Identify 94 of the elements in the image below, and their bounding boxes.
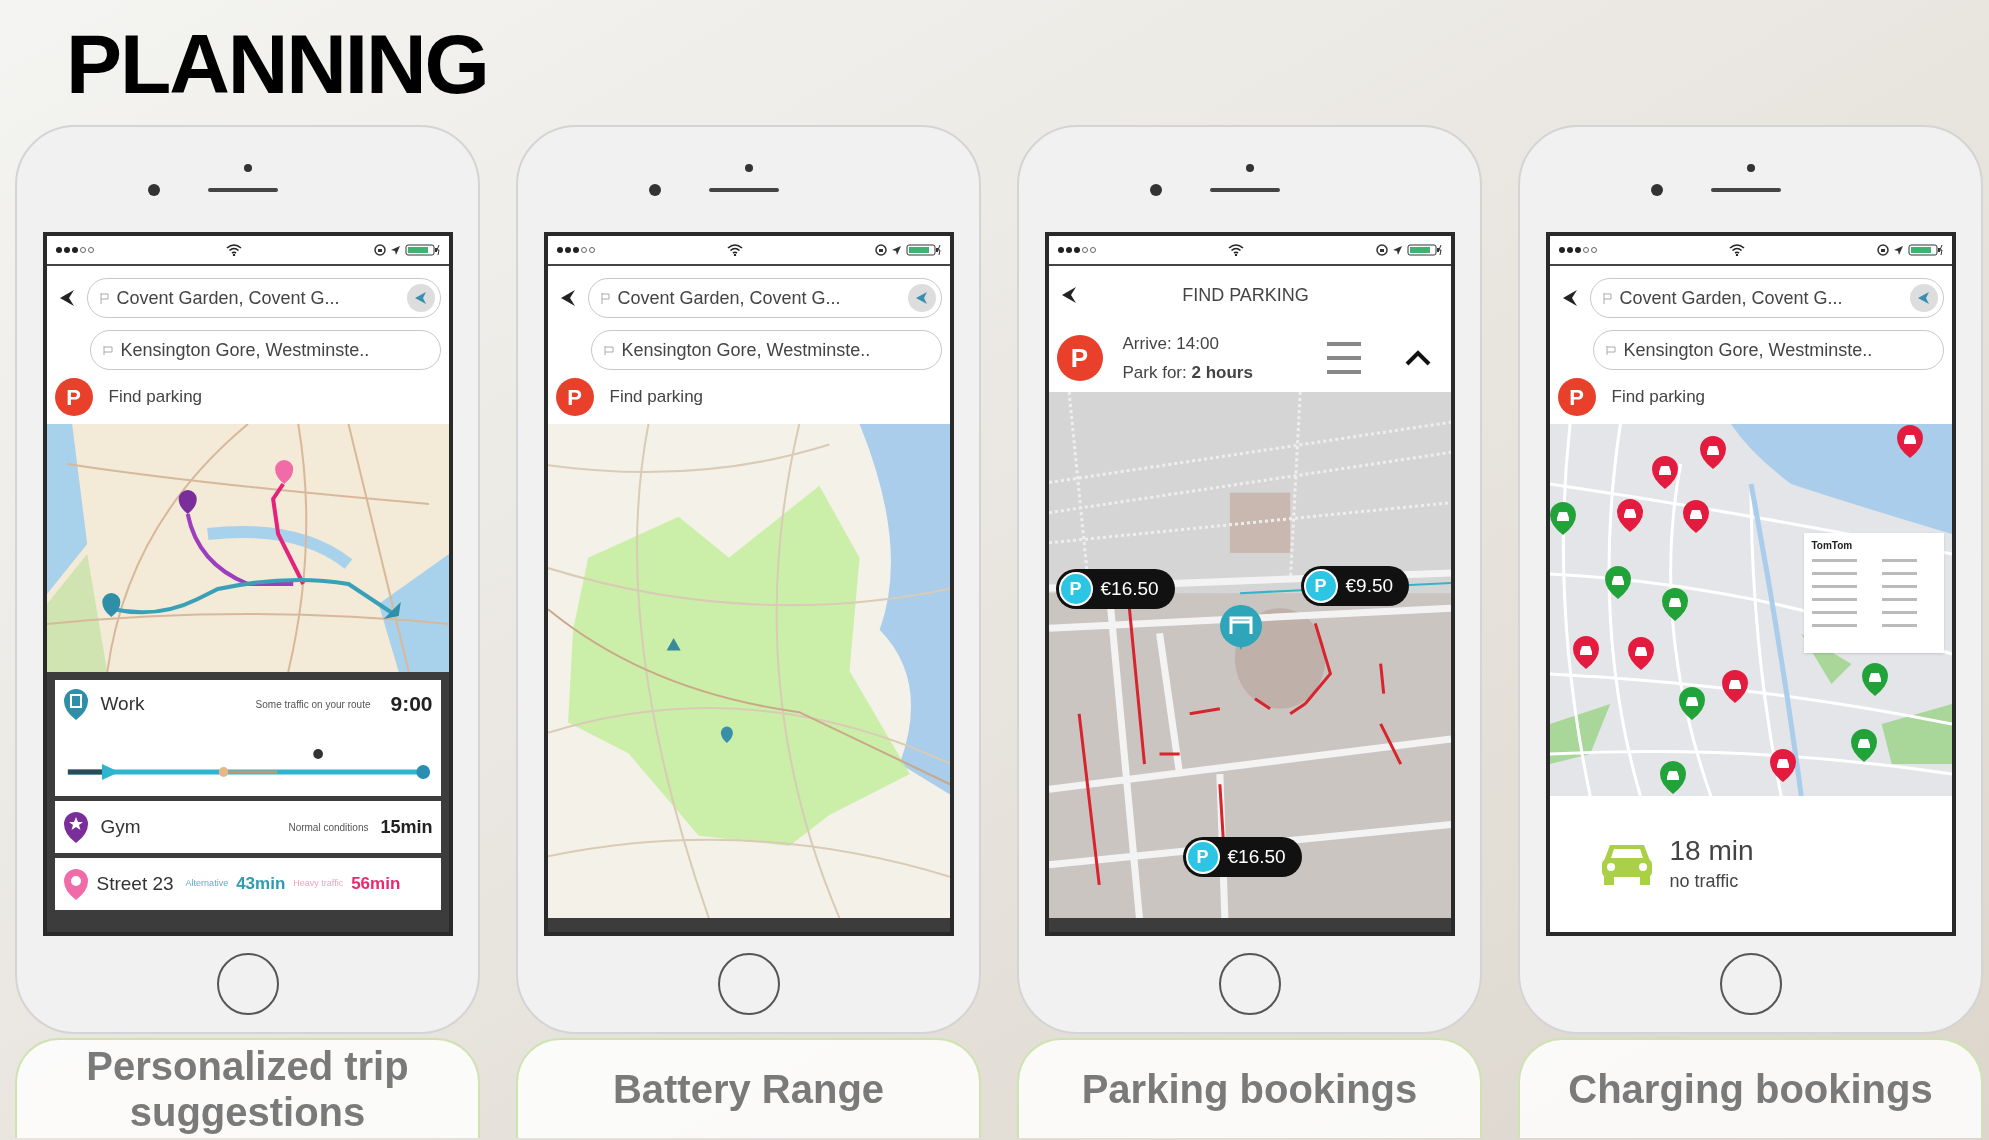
parking-badge: P xyxy=(1303,569,1338,603)
phone-speaker xyxy=(207,187,278,192)
parking-badge: P xyxy=(54,378,93,416)
feature-caption: Charging bookings xyxy=(1518,1038,1983,1138)
lock-rotation-icon xyxy=(373,244,386,256)
back-arrow-icon[interactable] xyxy=(559,289,576,307)
flag-icon xyxy=(99,292,109,304)
trip-name: Work xyxy=(100,691,145,716)
wifi-icon xyxy=(226,244,242,256)
parking-badge: P xyxy=(1058,572,1093,606)
price-tag[interactable]: P €16.50 xyxy=(1055,569,1175,609)
flag-icon xyxy=(1605,345,1616,355)
alternative-time: 43min xyxy=(236,873,286,896)
location-pin-icon xyxy=(62,868,89,900)
signal-dots-icon xyxy=(54,246,95,254)
price-text: €9.50 xyxy=(1345,573,1394,598)
find-parking-link[interactable]: Find parking xyxy=(609,384,704,410)
home-button[interactable] xyxy=(216,953,279,1015)
trip-time: 15min xyxy=(380,815,433,839)
charging-pin-icon[interactable] xyxy=(1549,501,1577,535)
back-arrow-icon[interactable] xyxy=(58,289,75,307)
parking-badge: P xyxy=(555,378,594,416)
feature-caption: Personalized trip suggestions xyxy=(15,1038,480,1138)
flag-icon xyxy=(603,345,614,355)
phone-camera xyxy=(1149,183,1162,196)
lock-rotation-icon xyxy=(1375,244,1388,256)
phone-speaker xyxy=(708,187,779,192)
park-duration: Park for: 2 hours xyxy=(1122,362,1253,384)
heavy-traffic-label: Heavy traffic xyxy=(293,877,344,891)
building-pin-icon xyxy=(62,688,89,720)
building-pin-icon xyxy=(1218,604,1263,650)
traffic-status: no traffic xyxy=(1669,870,1740,893)
home-button[interactable] xyxy=(717,953,780,1015)
trip-time: 9:00 xyxy=(390,691,433,718)
price-tag[interactable]: P €16.50 xyxy=(1182,837,1302,877)
phone-sensor xyxy=(1746,163,1755,172)
price-text: €16.50 xyxy=(1227,844,1286,869)
phone-sensor xyxy=(1245,163,1254,172)
find-parking-link[interactable]: Find parking xyxy=(108,384,203,410)
trip-note: Normal conditions xyxy=(288,820,369,835)
travel-duration: 18 min xyxy=(1669,834,1754,868)
alternative-label: Alternative xyxy=(185,877,229,891)
trip-card[interactable]: Street 23 Alternative 43min Heavy traffic 56min xyxy=(54,858,441,910)
signal-dots-icon xyxy=(1557,246,1598,254)
page-title: PLANNING xyxy=(66,22,488,106)
wifi-icon xyxy=(727,244,743,256)
battery-icon xyxy=(1406,244,1443,256)
price-tag[interactable]: P €9.50 xyxy=(1300,566,1410,606)
lock-rotation-icon xyxy=(1876,244,1889,256)
star-pin-icon xyxy=(62,811,89,843)
chevron-up-icon[interactable] xyxy=(1404,350,1431,366)
phone-camera xyxy=(147,183,160,196)
arrive-time: Arrive: 14:00 xyxy=(1122,332,1220,355)
parking-badge: P xyxy=(1056,335,1103,381)
phone-camera xyxy=(648,183,661,196)
feature-caption: Battery Range xyxy=(516,1038,981,1138)
location-arrow-icon xyxy=(1892,244,1904,256)
battery-icon xyxy=(905,244,942,256)
phone-sensor xyxy=(744,163,753,172)
wifi-icon xyxy=(1228,244,1244,256)
menu-icon[interactable] xyxy=(1326,340,1361,376)
signal-dots-icon xyxy=(555,246,596,254)
trip-note: Some traffic on your route xyxy=(255,697,371,712)
brand-logo: TomTom xyxy=(1811,541,1854,551)
wifi-icon xyxy=(1729,244,1745,256)
phone-speaker xyxy=(1209,187,1280,192)
battery-icon xyxy=(1907,244,1944,256)
flag-icon xyxy=(102,345,113,355)
trip-card[interactable]: Work Some traffic on your route 9:00 xyxy=(54,680,441,796)
phone-sensor xyxy=(243,163,252,172)
home-button[interactable] xyxy=(1719,953,1782,1015)
back-arrow-icon[interactable] xyxy=(1561,289,1578,307)
phone-speaker xyxy=(1710,187,1781,192)
price-text: €16.50 xyxy=(1100,576,1159,601)
phone-camera xyxy=(1650,183,1663,196)
heavy-traffic-time: 56min xyxy=(351,873,401,896)
location-arrow-icon xyxy=(890,244,902,256)
trip-name: Gym xyxy=(100,814,141,839)
lock-rotation-icon xyxy=(874,244,887,256)
screen-title: FIND PARKING xyxy=(1181,283,1310,307)
find-parking-link[interactable]: Find parking xyxy=(1611,384,1706,410)
back-arrow-icon[interactable] xyxy=(1060,286,1077,304)
flag-icon xyxy=(1602,292,1612,304)
flag-icon xyxy=(600,292,610,304)
home-button[interactable] xyxy=(1218,953,1281,1015)
signal-dots-icon xyxy=(1056,246,1097,254)
battery-icon xyxy=(404,244,441,256)
location-arrow-icon xyxy=(1391,244,1403,256)
feature-caption: Parking bookings xyxy=(1017,1038,1482,1138)
parking-badge: P xyxy=(1185,840,1220,874)
location-arrow-icon xyxy=(389,244,401,256)
trip-name: Street 23 xyxy=(96,871,174,896)
trip-card[interactable]: Gym Normal conditions 15min xyxy=(54,801,441,853)
parking-badge: P xyxy=(1557,378,1596,416)
